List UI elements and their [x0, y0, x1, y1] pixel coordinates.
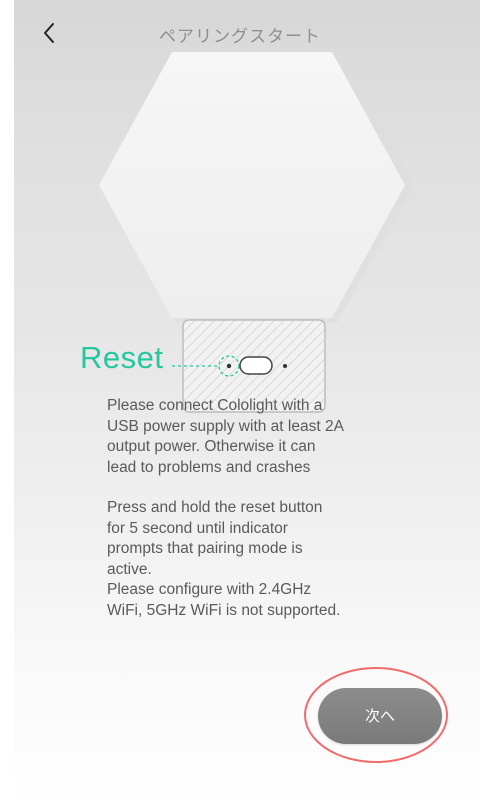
next-button[interactable]: 次へ [318, 688, 442, 744]
reset-label: Reset [80, 340, 164, 375]
usb-port [239, 356, 273, 375]
instruction-power: Please connect Cololight with a USB powe… [107, 397, 344, 476]
instructions: Please connect Cololight with a USB powe… [107, 396, 407, 621]
reset-hole [226, 363, 232, 369]
header: ペアリングスタート [0, 0, 480, 64]
instruction-reset: Press and hold the reset button for 5 se… [107, 499, 341, 619]
page-title: ペアリングスタート [159, 27, 321, 47]
indicator-light [283, 364, 287, 368]
pairing-start-screen: Reset ペアリングスタート Please connect Cololight… [0, 0, 480, 810]
